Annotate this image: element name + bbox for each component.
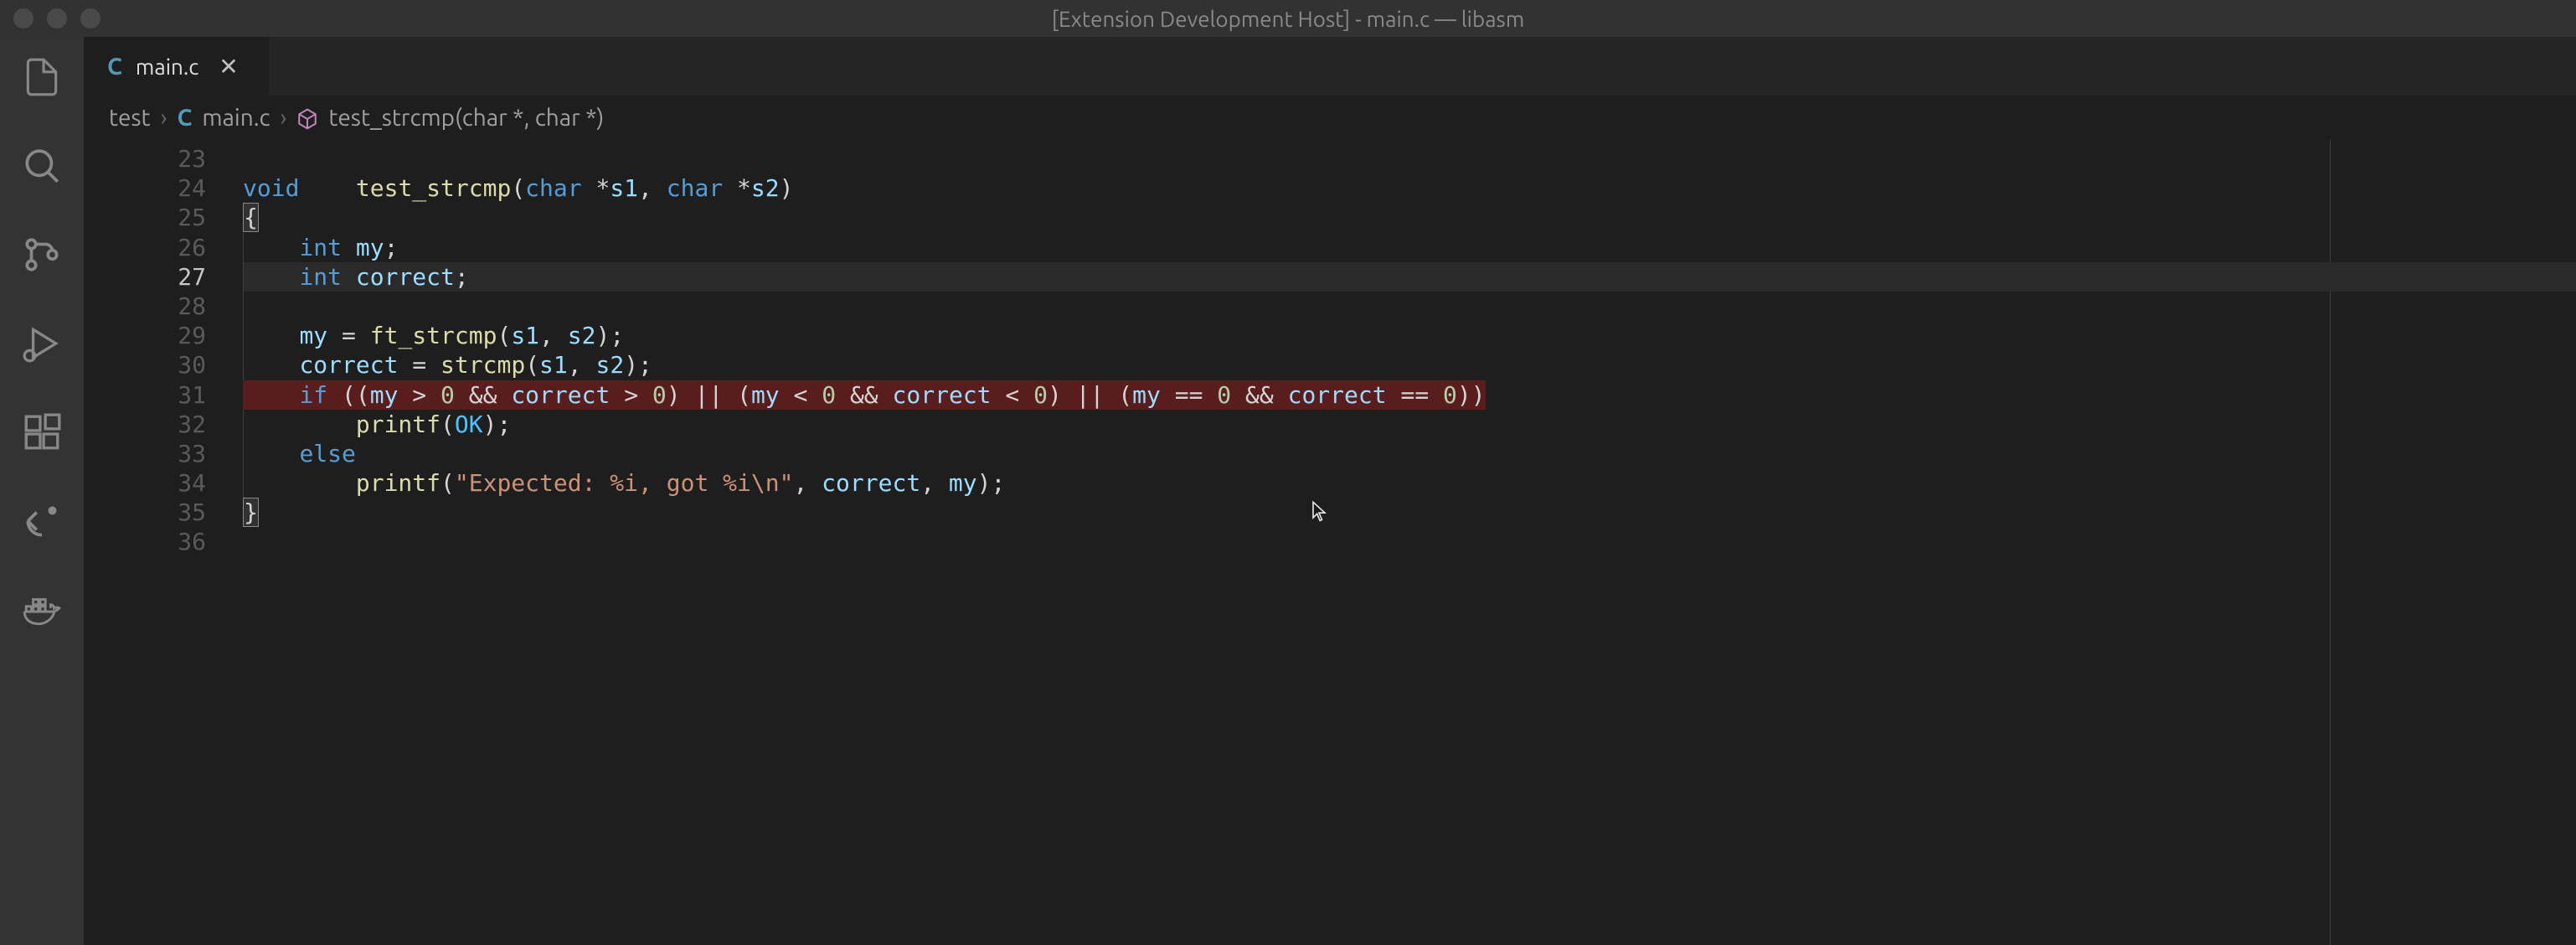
extensions-icon[interactable] [18,409,65,456]
tab-filename: main.c [136,54,198,79]
code-line[interactable]: printf("Expected: %i, got %i\n", correct… [243,468,2576,498]
run-debug-icon[interactable] [18,320,65,367]
window-controls [0,8,100,28]
code-line[interactable]: } [243,498,2576,527]
code-line[interactable] [243,144,2576,173]
line-number: 26 [84,233,206,262]
line-number: 32 [84,410,206,439]
tab-main-c[interactable]: C main.c ✕ [84,37,269,96]
line-number: 27 [84,262,206,292]
method-icon [296,105,318,131]
line-number: 35 [84,498,206,527]
chevron-right-icon: › [161,105,167,131]
code-line[interactable] [243,527,2576,556]
code-line[interactable]: void test_strcmp(char *s1, char *s2) [243,173,2576,203]
line-number-gutter: 2324252627282930313233343536 [84,139,243,945]
line-number: 28 [84,292,206,321]
line-number: 30 [84,350,206,380]
code-line[interactable]: correct = strcmp(s1, s2); [243,350,2576,380]
editor-area: C main.c ✕ test › C main.c › test_strcmp… [84,37,2576,945]
maximize-window-button[interactable] [80,8,100,28]
line-number: 29 [84,321,206,350]
share-icon[interactable] [18,498,65,545]
code-content[interactable]: void test_strcmp(char *s1, char *s2){ in… [243,139,2576,945]
window-title: [Extension Development Host] - main.c — … [1052,7,1525,31]
code-line[interactable]: printf(OK); [243,410,2576,439]
docker-icon[interactable] [18,586,65,633]
code-line[interactable]: { [243,203,2576,232]
code-line[interactable]: int my; [243,233,2576,262]
close-window-button[interactable] [13,8,33,28]
source-control-icon[interactable] [18,231,65,278]
line-number: 23 [84,144,206,173]
code-line[interactable] [243,292,2576,321]
breadcrumb-folder[interactable]: test [109,105,151,131]
code-line[interactable]: if ((my > 0 && correct > 0) || (my < 0 &… [243,380,2576,410]
code-line[interactable]: else [243,439,2576,468]
code-line[interactable]: int correct; [243,262,2576,292]
c-file-icon: C [107,54,122,80]
line-number: 34 [84,468,206,498]
line-number: 25 [84,203,206,232]
breadcrumb[interactable]: test › C main.c › test_strcmp(char *, ch… [84,96,2576,139]
code-line[interactable]: my = ft_strcmp(s1, s2); [243,321,2576,350]
close-tab-button[interactable]: ✕ [212,49,245,84]
search-icon[interactable] [18,142,65,189]
line-number: 24 [84,173,206,203]
line-number: 31 [84,380,206,410]
tab-bar: C main.c ✕ [84,37,2576,96]
explorer-icon[interactable] [18,54,65,101]
titlebar: [Extension Development Host] - main.c — … [0,0,2576,37]
code-editor[interactable]: 2324252627282930313233343536 void test_s… [84,139,2576,945]
minimize-window-button[interactable] [47,8,67,28]
breadcrumb-file[interactable]: main.c [202,105,270,131]
line-number: 33 [84,439,206,468]
line-number: 36 [84,527,206,556]
chevron-right-icon: › [281,105,287,131]
breadcrumb-symbol[interactable]: test_strcmp(char *, char *) [328,105,604,131]
c-file-icon: C [177,105,192,131]
activity-bar [0,37,84,945]
